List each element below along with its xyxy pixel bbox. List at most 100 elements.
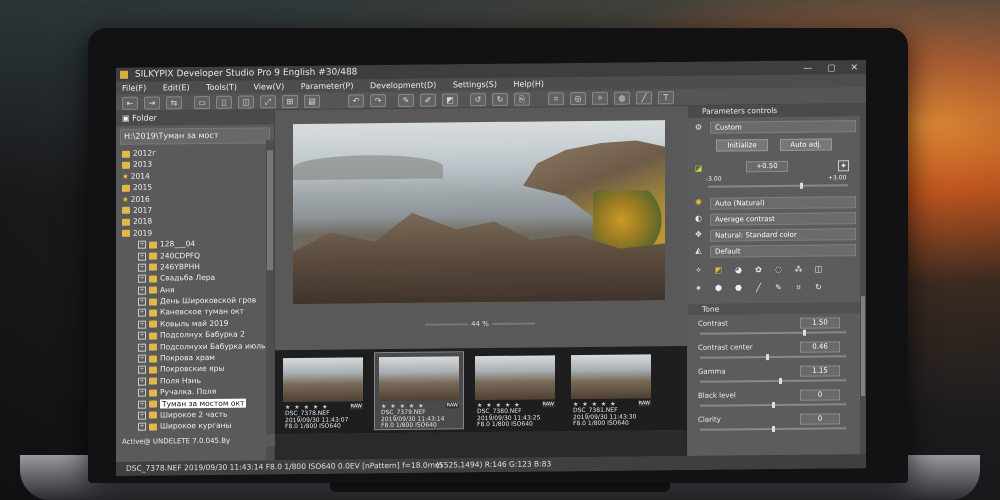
fill-icon[interactable]: ◍ [614, 91, 630, 105]
filmstrip-thumbnail[interactable]: ★ ★ ★ ★ ★ RAW DSC_7380.NEF 2019/09/30 11:43… [471, 351, 559, 428]
menu-settings[interactable]: Settings(S) [453, 78, 497, 91]
spot-icon[interactable]: ◎ [570, 92, 586, 106]
slider-knob[interactable] [772, 402, 775, 409]
expand-icon[interactable]: + [138, 297, 146, 306]
filmstrip-thumbnail[interactable]: ★ ★ ★ ★ ★ RAW DSC_7381.NEF 2019/09/30 11:43… [567, 350, 655, 427]
expand-icon[interactable]: + [138, 240, 146, 249]
expand-icon[interactable]: + [138, 286, 146, 295]
slider-knob[interactable] [772, 426, 775, 433]
undo-icon[interactable]: ↶ [348, 94, 364, 108]
expand-icon[interactable]: + [138, 343, 146, 352]
taste-dropdown[interactable]: Custom [710, 120, 856, 134]
slider-track[interactable] [700, 377, 846, 384]
auto-exposure-icon[interactable]: ✦ [838, 160, 849, 172]
tool-crop-icon[interactable]: ⌗ [794, 283, 803, 292]
folder-scrollbar[interactable] [266, 140, 274, 461]
main-photo[interactable] [293, 120, 665, 305]
menu-edit[interactable]: Edit(E) [163, 81, 190, 94]
menu-parameter[interactable]: Parameter(P) [301, 79, 354, 93]
slider-track[interactable] [700, 329, 846, 336]
tool-level-icon[interactable]: ◩ [714, 266, 723, 275]
color-dropdown[interactable]: Natural: Standard color [710, 228, 856, 242]
rotate-left-icon[interactable]: ↺ [470, 93, 486, 107]
expand-icon[interactable]: + [138, 274, 146, 283]
tool-star-icon[interactable]: ✧ [694, 266, 703, 275]
expand-icon[interactable]: + [138, 331, 146, 340]
expand-icon[interactable]: + [138, 252, 146, 261]
sharpness-dropdown[interactable]: Default [710, 244, 856, 258]
line-icon[interactable]: ╱ [636, 91, 652, 105]
tool-spot-icon[interactable]: ⬢ [714, 284, 723, 293]
text-icon[interactable]: T [658, 91, 674, 105]
slider-knob[interactable] [766, 354, 769, 361]
expand-icon[interactable]: + [138, 400, 146, 409]
zoom-indicator[interactable]: 44 % [425, 319, 535, 329]
exposure-value[interactable]: +0.50 [746, 160, 788, 173]
folder-item[interactable]: + Широкое курганы [116, 420, 274, 433]
slider-track[interactable] [700, 426, 846, 433]
expand-icon[interactable]: + [138, 411, 146, 420]
expand-icon[interactable]: + [138, 320, 146, 329]
fullscreen-icon[interactable]: ⤢ [260, 95, 276, 109]
slider-track[interactable] [700, 402, 846, 409]
view-single-icon[interactable]: ▭ [194, 95, 210, 110]
preview-area[interactable]: 44 % [275, 105, 685, 351]
tool-lens-icon[interactable]: ◫ [814, 265, 823, 274]
menu-view[interactable]: View(V) [254, 80, 285, 93]
slider-value[interactable]: 0 [800, 413, 840, 425]
grid-view-icon[interactable]: ⊞ [282, 95, 298, 109]
tool-brush-icon[interactable]: ✎ [774, 283, 783, 292]
tool-fill-icon[interactable]: ⬣ [734, 283, 743, 292]
slider-value[interactable]: 1.50 [800, 317, 840, 329]
gear-icon[interactable]: ⚙ [694, 123, 703, 132]
thumbnails-icon[interactable]: ▤ [304, 94, 320, 108]
expand-icon[interactable]: + [138, 354, 146, 363]
view-split-icon[interactable]: ◫ [238, 95, 254, 109]
tone-section-header[interactable]: Tone [688, 301, 866, 315]
white-balance-dropdown[interactable]: Auto (Natural) [710, 196, 856, 210]
filmstrip-thumbnail[interactable]: ★ ★ ★ ★ ★ RAW DSC_7378.NEF 2019/09/30 11:43… [279, 353, 367, 430]
slider-value[interactable]: 1.15 [800, 365, 840, 377]
tool-tone-icon[interactable]: ◕ [734, 265, 743, 274]
tool-dust-icon[interactable]: ✶ [694, 284, 703, 293]
slider-track[interactable] [700, 354, 846, 361]
parameter-scrollbar[interactable] [860, 116, 866, 455]
develop-icon[interactable]: ⇆ [166, 96, 182, 110]
filmstrip-thumbnail[interactable]: ★ ★ ★ ★ ★ RAW DSC_7379.NEF 2019/09/30 11:43… [374, 351, 464, 431]
export-icon[interactable]: ⇥ [144, 96, 160, 110]
pipette-icon[interactable]: ✐ [420, 93, 436, 107]
tone-preset-dropdown[interactable]: Average contrast [710, 212, 856, 226]
slider-knob[interactable] [779, 377, 782, 384]
menu-help[interactable]: Help(H) [514, 77, 545, 90]
view-compare-icon[interactable]: ▯ [216, 95, 232, 109]
expand-icon[interactable]: + [138, 377, 146, 386]
brush-icon[interactable]: ✎ [398, 93, 414, 107]
expand-icon[interactable]: + [138, 388, 146, 397]
tool-line-icon[interactable]: ╱ [754, 283, 763, 292]
menu-development[interactable]: Development(D) [370, 79, 436, 93]
initialize-button[interactable]: Initialize [716, 139, 768, 152]
menu-tools[interactable]: Tools(T) [206, 81, 237, 94]
folder-path-field[interactable]: H:\2019\Туман за мост [120, 127, 270, 145]
exposure-knob[interactable] [800, 182, 803, 189]
menu-file[interactable]: File(F) [122, 82, 146, 95]
import-icon[interactable]: ⇤ [122, 96, 138, 110]
tool-noise-icon[interactable]: ⁂ [794, 265, 803, 274]
tool-fringe-icon[interactable]: ◌ [774, 265, 783, 274]
copy-params-icon[interactable]: ⎘ [514, 92, 530, 106]
expand-icon[interactable]: + [138, 263, 146, 272]
redo-icon[interactable]: ↷ [370, 94, 386, 108]
exposure-slider[interactable] [708, 182, 848, 189]
slider-knob[interactable] [803, 329, 806, 336]
expand-icon[interactable]: + [138, 422, 146, 432]
expand-icon[interactable]: + [138, 366, 146, 375]
dust-icon[interactable]: ✧ [592, 91, 608, 105]
tool-hsl-icon[interactable]: ✿ [754, 265, 763, 274]
scroll-thumb[interactable] [267, 150, 273, 271]
slider-value[interactable]: 0 [800, 389, 840, 401]
tool-rotate-icon[interactable]: ↻ [814, 283, 823, 292]
slider-value[interactable]: 0.46 [800, 341, 840, 353]
parameter-scroll-thumb[interactable] [861, 296, 865, 397]
rotate-right-icon[interactable]: ↻ [492, 92, 508, 106]
levels-icon[interactable]: ◩ [442, 93, 458, 107]
